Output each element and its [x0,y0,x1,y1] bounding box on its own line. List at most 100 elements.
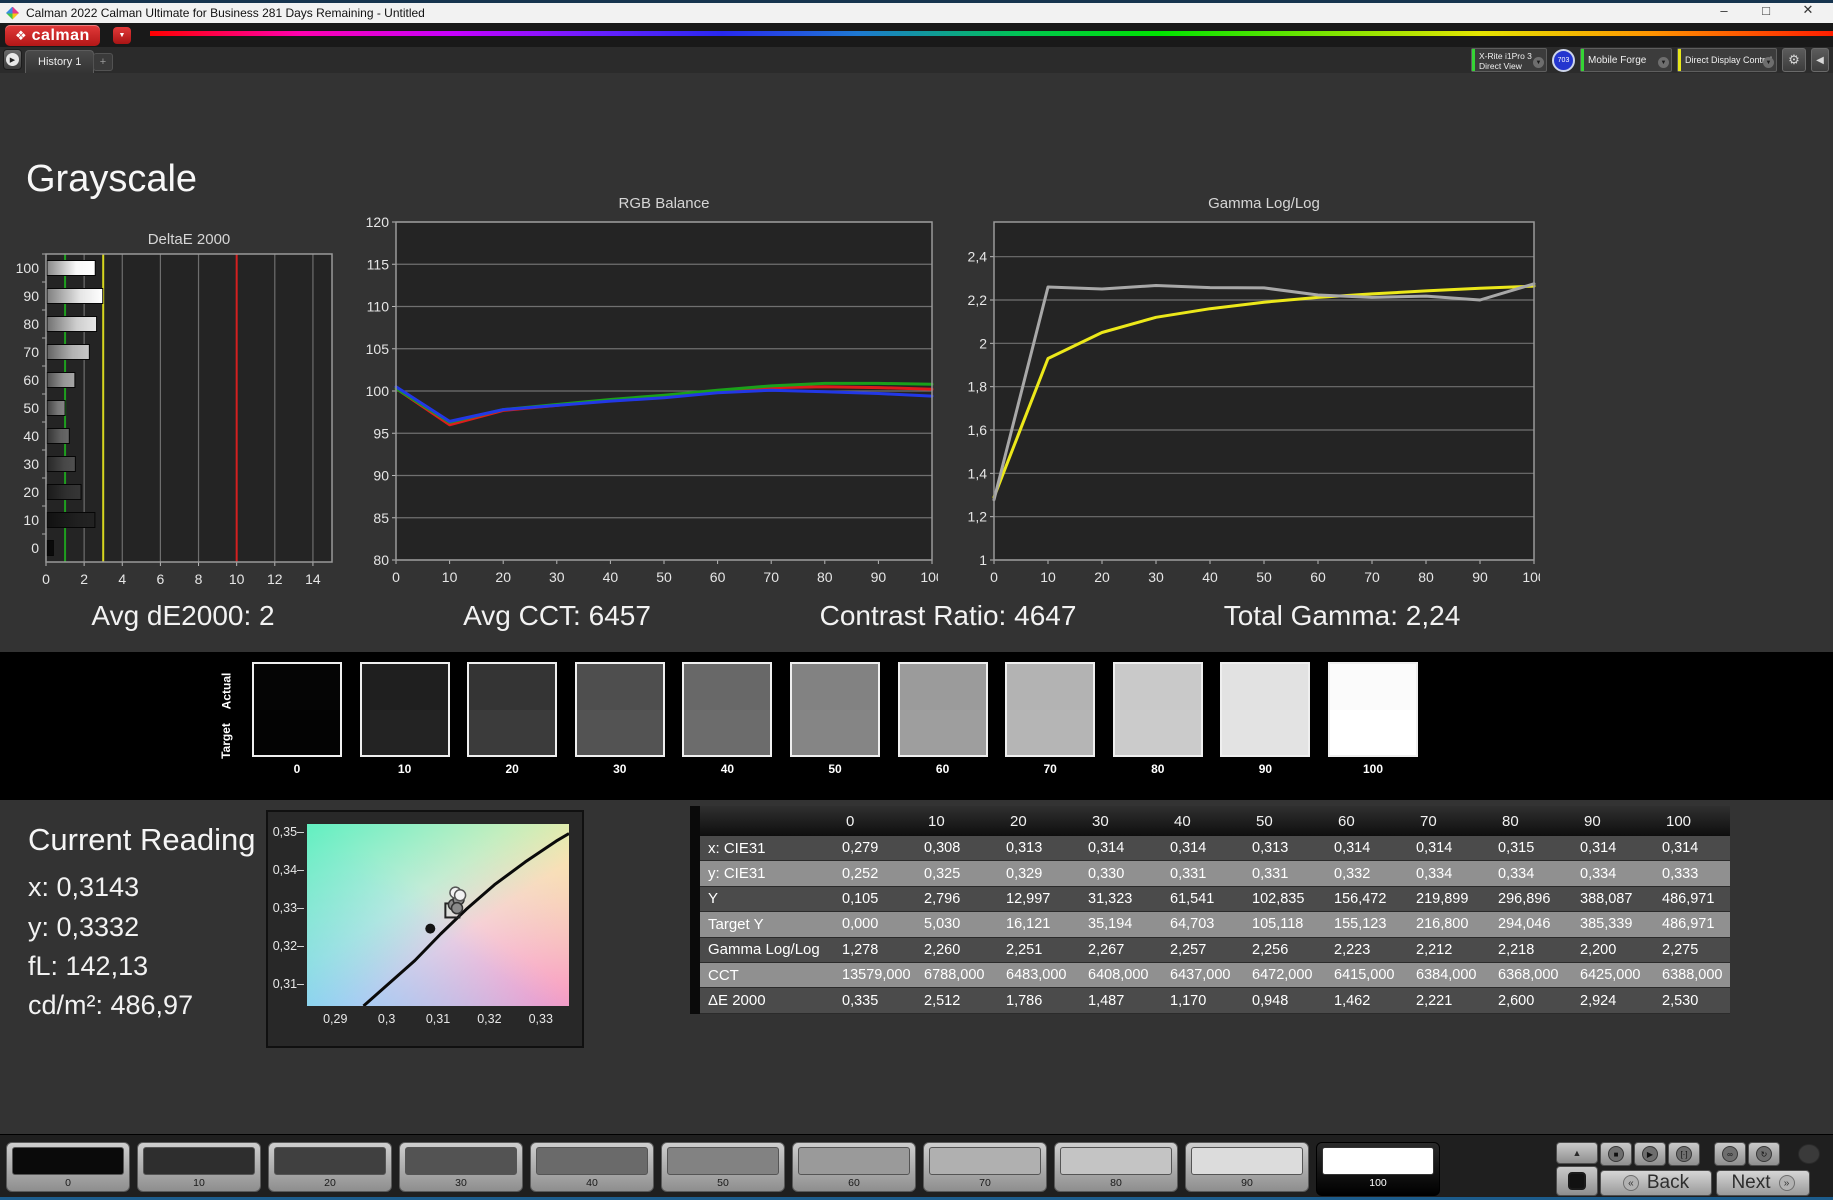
patch-chip [12,1147,124,1175]
table-cell: 2,924 [1580,992,1617,1009]
swatch-40 [682,662,773,757]
svg-text:0: 0 [31,540,39,556]
pattern-patch-10[interactable]: 10 [137,1142,261,1192]
source-dropdown[interactable]: Mobile Forge ▼ [1580,48,1672,72]
patch-label: 10 [193,1177,205,1189]
swatch-60 [897,662,988,757]
display-control-name: Direct Display Control [1685,55,1773,65]
loop-button[interactable]: ↻ [1748,1142,1780,1166]
reading-x: x: 0,3143 [28,872,140,902]
add-tab-button[interactable]: + [93,53,113,71]
table-cell: 0,314 [1334,840,1371,857]
table-row: Gamma Log/Log 1,278 2,260 2,251 2,267 2,257 2,… [700,937,1730,963]
svg-text:1,4: 1,4 [968,465,988,481]
settings-button[interactable]: ⚙ [1782,48,1806,72]
pattern-patch-30[interactable]: 30 [399,1142,523,1192]
next-button[interactable]: Next » [1716,1170,1810,1196]
swatch-level-label: 30 [613,762,627,776]
table-row: ΔE 2000 0,335 2,512 1,786 1,487 1,170 0,948 1,4… [700,988,1730,1014]
table-cell: 0,313 [1006,840,1043,857]
swatch-target [684,709,771,755]
pattern-patch-40[interactable]: 40 [530,1142,654,1192]
patch-label: 60 [848,1177,860,1189]
pattern-window-button[interactable] [1556,1166,1598,1196]
workflow-nav-button[interactable]: ▶ [3,49,22,70]
table-cell: 1,786 [1006,992,1043,1009]
svg-text:14: 14 [305,571,321,587]
table-cell: 0,334 [1498,865,1535,882]
display-control-dropdown[interactable]: Direct Display Control ▼ [1677,48,1777,72]
meter-dropdown[interactable]: X-Rite i1Pro 3 Direct View ▼ [1471,48,1547,72]
pattern-patch-60[interactable]: 60 [792,1142,916,1192]
table-cell: 2,267 [1088,941,1125,958]
svg-text:2,4: 2,4 [968,249,988,265]
table-cell: 1,170 [1170,992,1207,1009]
swatch-actual [254,664,340,710]
calman-menu-button[interactable]: ❖ calman [5,25,100,46]
table-cell: 388,087 [1580,890,1633,907]
stop-button[interactable]: ■ [1600,1142,1632,1166]
close-button[interactable]: ✕ [1787,0,1829,20]
pattern-patch-90[interactable]: 90 [1185,1142,1309,1192]
svg-text:85: 85 [373,510,389,526]
pattern-patch-0[interactable]: 0 [6,1142,130,1192]
swatch-10 [359,662,450,757]
cie-x-tick: 0,31 [425,1012,451,1026]
svg-text:90: 90 [871,569,887,585]
svg-text:40: 40 [1202,569,1218,585]
pattern-patch-70[interactable]: 70 [923,1142,1047,1192]
svg-text:60: 60 [1310,569,1326,585]
table-cell: 0,313 [1252,840,1289,857]
patch-chip [1191,1147,1303,1175]
collapse-panel-button[interactable]: ◀ [1811,48,1829,72]
svg-text:DeltaE 2000: DeltaE 2000 [148,231,231,248]
table-cell: 0,252 [842,865,879,882]
maximize-button[interactable]: □ [1745,0,1787,20]
meter-badge[interactable]: 703 [1552,48,1575,72]
swatch-actual [576,664,663,710]
svg-text:1: 1 [979,552,987,568]
calman-app-icon [6,6,19,20]
swatch-90 [1220,662,1311,757]
pattern-patch-20[interactable]: 20 [268,1142,392,1192]
meter-status-bar [1472,49,1475,71]
table-cell: 0,314 [1170,840,1207,857]
svg-text:95: 95 [373,425,389,441]
pattern-patch-100[interactable]: 100 [1316,1142,1440,1196]
source-status-bar [1581,49,1584,71]
swatch-target [576,709,663,755]
cie-y-tick: 0,33– [272,901,304,916]
svg-text:70: 70 [23,344,39,360]
pattern-patch-80[interactable]: 80 [1054,1142,1178,1192]
patch-label: 70 [979,1177,991,1189]
table-col-header: 70 [1420,812,1437,830]
play-button[interactable]: ▶ [1634,1142,1666,1166]
back-button[interactable]: « Back [1600,1170,1712,1196]
pattern-window-up-button[interactable]: ▲ [1556,1142,1598,1164]
continuous-button[interactable]: ∞ [1714,1142,1746,1166]
table-col-header: 100 [1666,812,1692,830]
swatch-target [1007,709,1094,755]
step-button[interactable]: [·] [1668,1142,1700,1166]
calman-menu-dropdown[interactable]: ▼ [113,27,131,44]
table-col-header: 50 [1256,812,1273,830]
table-cell: 0,329 [1006,865,1043,882]
svg-text:115: 115 [367,256,390,272]
svg-text:30: 30 [1148,569,1164,585]
swatch-level-label: 20 [505,762,519,776]
refresh-icon: ↻ [1756,1146,1772,1162]
table-col-header: 0 [846,812,855,830]
table-row-label: x: CIE31 [708,839,766,857]
pattern-patch-50[interactable]: 50 [661,1142,785,1192]
table-cell: 2,260 [924,941,961,958]
tab-history-1[interactable]: History 1 [25,50,95,73]
table-col-header: 60 [1338,812,1355,830]
svg-text:80: 80 [1418,569,1434,585]
swatch-target [792,709,878,755]
table-cell: 5,030 [924,916,961,933]
swatch-actual [469,664,556,710]
window-title: Calman 2022 Calman Ultimate for Business… [26,6,425,20]
minimize-button[interactable]: – [1703,0,1745,20]
table-cell: 216,800 [1416,916,1469,933]
spectrum-bar [150,31,1833,36]
